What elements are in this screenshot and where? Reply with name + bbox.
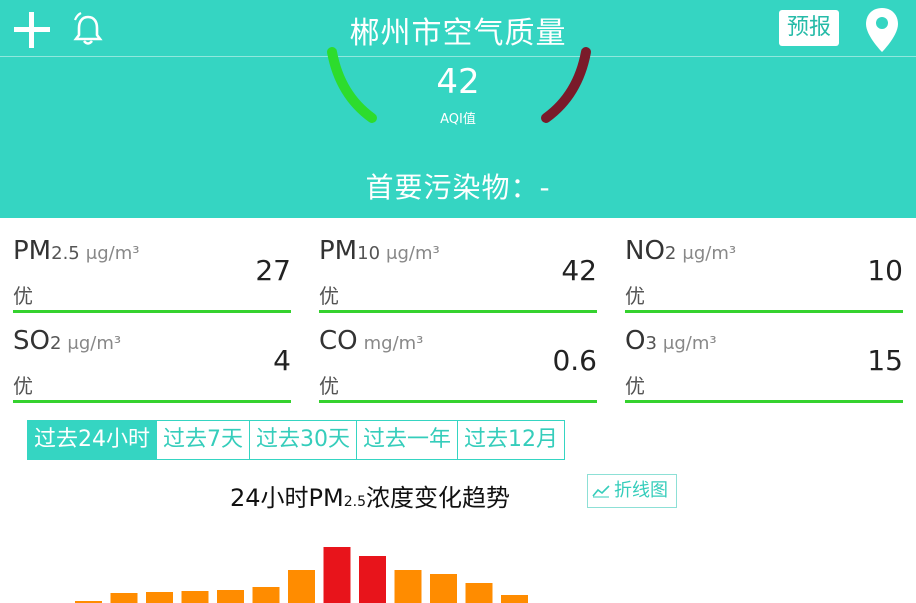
time-range-tabs: 过去24小时 过去7天 过去30天 过去一年 过去12月 <box>27 420 566 460</box>
forecast-button[interactable]: 预报 <box>779 10 840 46</box>
pollutant-value: 4 <box>273 344 291 377</box>
pollutant-value: 42 <box>561 254 597 287</box>
aqi-value: 42 <box>436 62 480 102</box>
tab-past-24-hours[interactable]: 过去24小时 <box>28 421 157 459</box>
chart-title: 24小时PM2.5浓度变化趋势 <box>230 484 510 512</box>
tab-past-7-days[interactable]: 过去7天 <box>157 421 250 459</box>
chart-bar[interactable] <box>146 592 173 603</box>
chart-bar[interactable] <box>359 556 386 603</box>
chart-bar[interactable] <box>181 591 209 603</box>
pollutant-grade: 优 <box>13 374 33 398</box>
pollutant-grade: 优 <box>13 284 33 308</box>
pollutant-name: PM2.5 μg/m³ <box>13 236 140 266</box>
chart-bar[interactable] <box>465 583 493 603</box>
location-pin-icon[interactable] <box>862 6 902 54</box>
pollutant-card-co[interactable]: CO mg/m³ 优 0.6 <box>319 314 597 403</box>
pollutant-name: CO mg/m³ <box>319 326 424 356</box>
tab-past-year[interactable]: 过去一年 <box>357 421 459 459</box>
pm25-bar-chart <box>75 547 528 603</box>
tab-past-30-days[interactable]: 过去30天 <box>250 421 357 459</box>
chart-bar[interactable] <box>501 595 528 603</box>
aqi-label: AQI值 <box>440 112 476 127</box>
chart-bar[interactable] <box>217 590 244 603</box>
pollutant-name: PM10 μg/m³ <box>319 236 440 266</box>
line-chart-toggle-button[interactable]: 折线图 <box>587 474 677 508</box>
chart-bar[interactable] <box>323 547 351 603</box>
chart-bar[interactable] <box>430 574 457 603</box>
pollutant-grid: PM2.5 μg/m³ 优 27 PM10 μg/m³ 优 42 NO2 μg/m³ … <box>0 224 916 408</box>
pollutant-value: 27 <box>255 254 291 287</box>
pollutant-value: 0.6 <box>552 344 597 377</box>
pollutant-name: O3 μg/m³ <box>625 326 717 356</box>
chart-bar[interactable] <box>252 587 280 603</box>
primary-pollutant: 首要污染物：- <box>365 171 551 204</box>
line-chart-toggle-label: 折线图 <box>614 480 668 501</box>
pollutant-grade: 优 <box>625 284 645 308</box>
pollutant-grade: 优 <box>319 284 339 308</box>
tab-past-12-months[interactable]: 过去12月 <box>458 421 564 459</box>
line-chart-icon <box>592 485 610 498</box>
pollutant-value: 10 <box>867 254 903 287</box>
aqi-header-panel: 郴州市空气质量 预报 42 AQI值 首要污染物：- <box>0 0 916 218</box>
chart-bar[interactable] <box>394 570 422 603</box>
chart-bar[interactable] <box>110 593 138 603</box>
pollutant-grade: 优 <box>319 374 339 398</box>
pollutant-card-pm25[interactable]: PM2.5 μg/m³ 优 27 <box>13 224 291 313</box>
pollutant-card-pm10[interactable]: PM10 μg/m³ 优 42 <box>319 224 597 313</box>
pollutant-name: SO2 μg/m³ <box>13 326 122 356</box>
pollutant-name: NO2 μg/m³ <box>625 236 737 266</box>
pollutant-card-o3[interactable]: O3 μg/m³ 优 15 <box>625 314 903 403</box>
pollutant-grade: 优 <box>625 374 645 398</box>
chart-bar[interactable] <box>288 570 315 603</box>
pollutant-value: 15 <box>867 344 903 377</box>
pollutant-card-so2[interactable]: SO2 μg/m³ 优 4 <box>13 314 291 403</box>
pollutant-card-no2[interactable]: NO2 μg/m³ 优 10 <box>625 224 903 313</box>
